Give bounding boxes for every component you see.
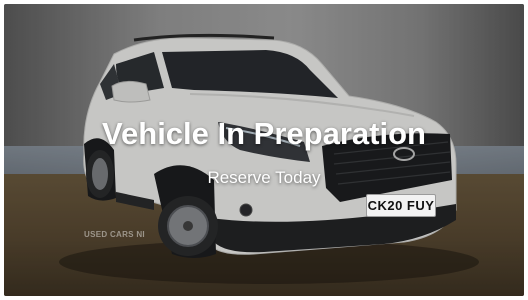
dealer-watermark: USED CARS NI bbox=[84, 230, 145, 239]
reserve-subheading: Reserve Today bbox=[207, 168, 321, 187]
preparation-heading: Vehicle In Preparation bbox=[102, 116, 426, 151]
number-plate: CK20 FUY bbox=[366, 194, 436, 217]
vehicle-photo: CK20 FUY USED CARS NI Vehicle In Prepara… bbox=[4, 4, 524, 296]
